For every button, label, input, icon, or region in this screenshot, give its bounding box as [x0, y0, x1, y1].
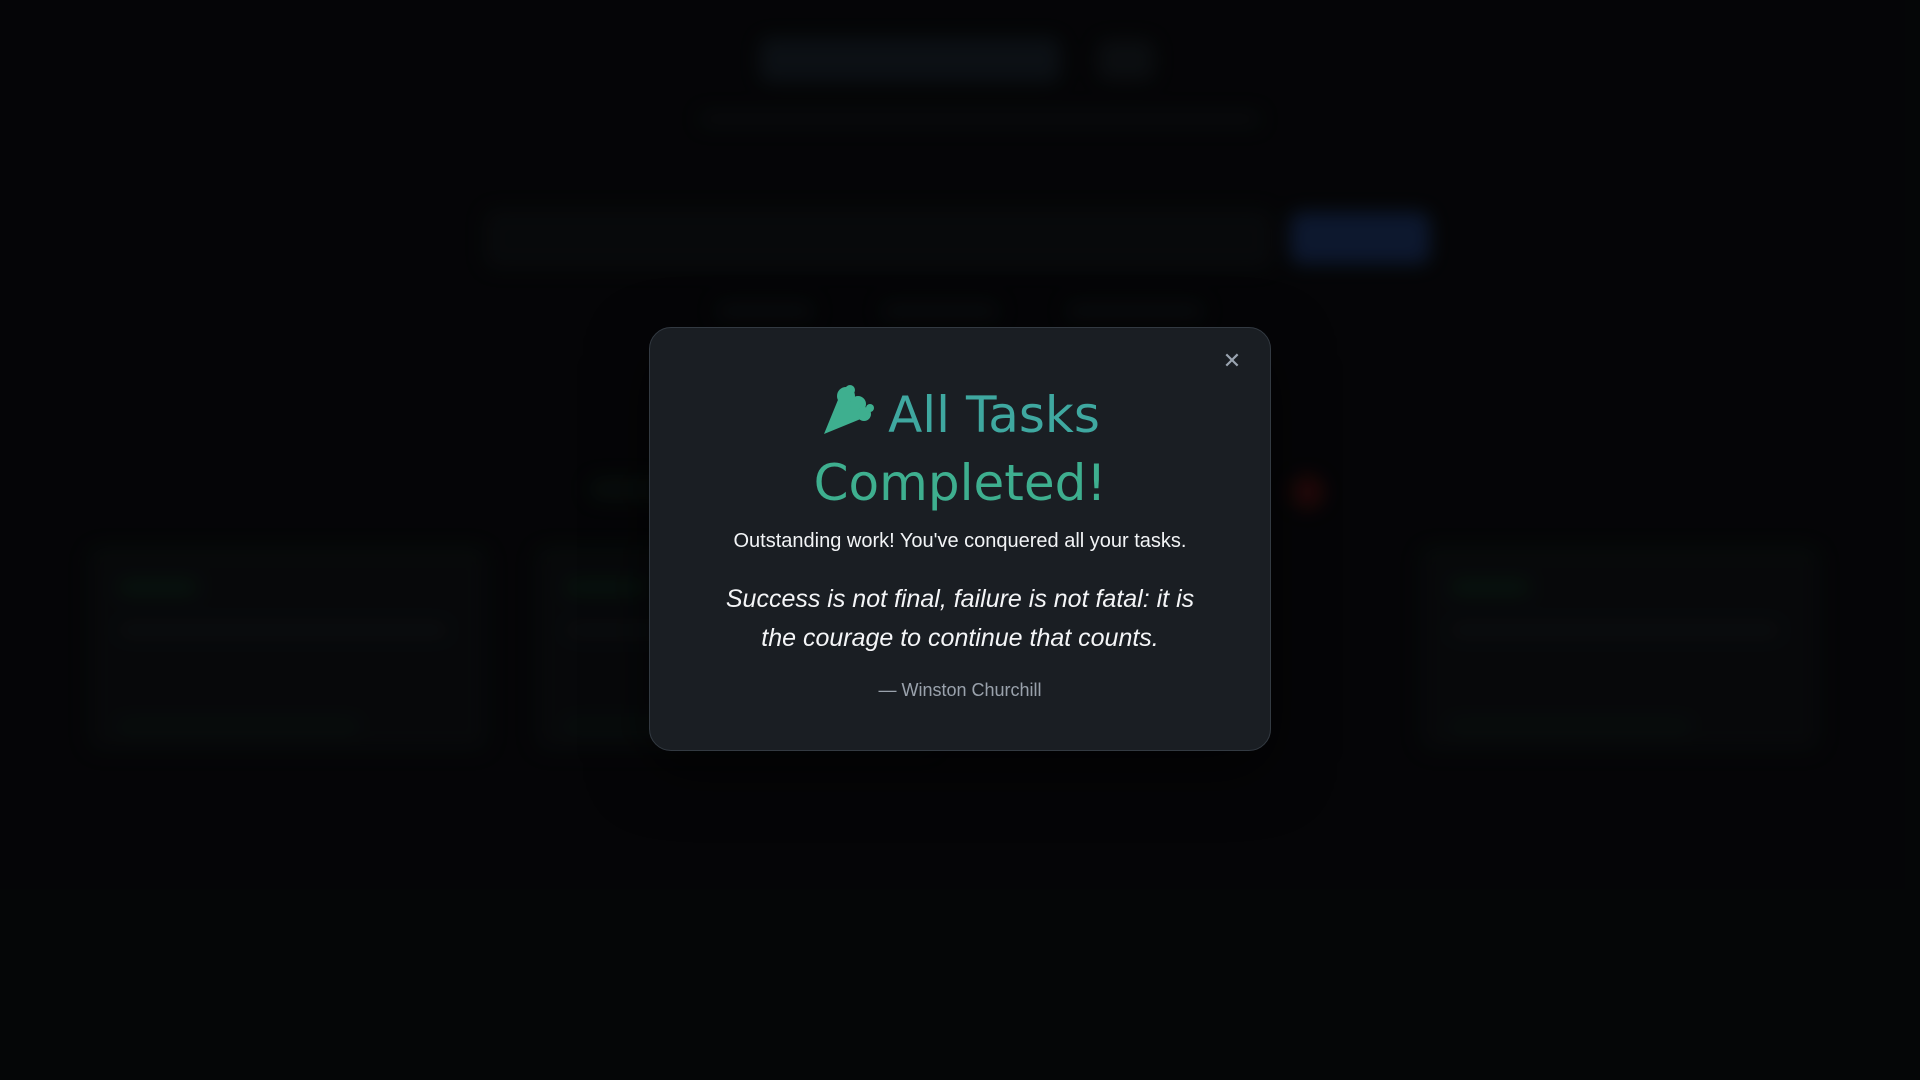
modal-title: All Tasks Completed! [795, 382, 1125, 514]
completion-modal: ✕ All Tasks Completed! Outstanding work!… [649, 327, 1271, 751]
modal-title-line2: Completed! [813, 454, 1107, 512]
motivational-quote: Success is not final, failure is not fat… [725, 585, 1195, 652]
modal-title-line1: All Tasks [888, 386, 1100, 444]
party-popper-icon [820, 382, 878, 452]
close-icon[interactable]: ✕ [1218, 348, 1246, 376]
modal-message: Outstanding work! You've conquered all y… [733, 530, 1187, 552]
quote-author: — Winston Churchill [878, 680, 1042, 700]
